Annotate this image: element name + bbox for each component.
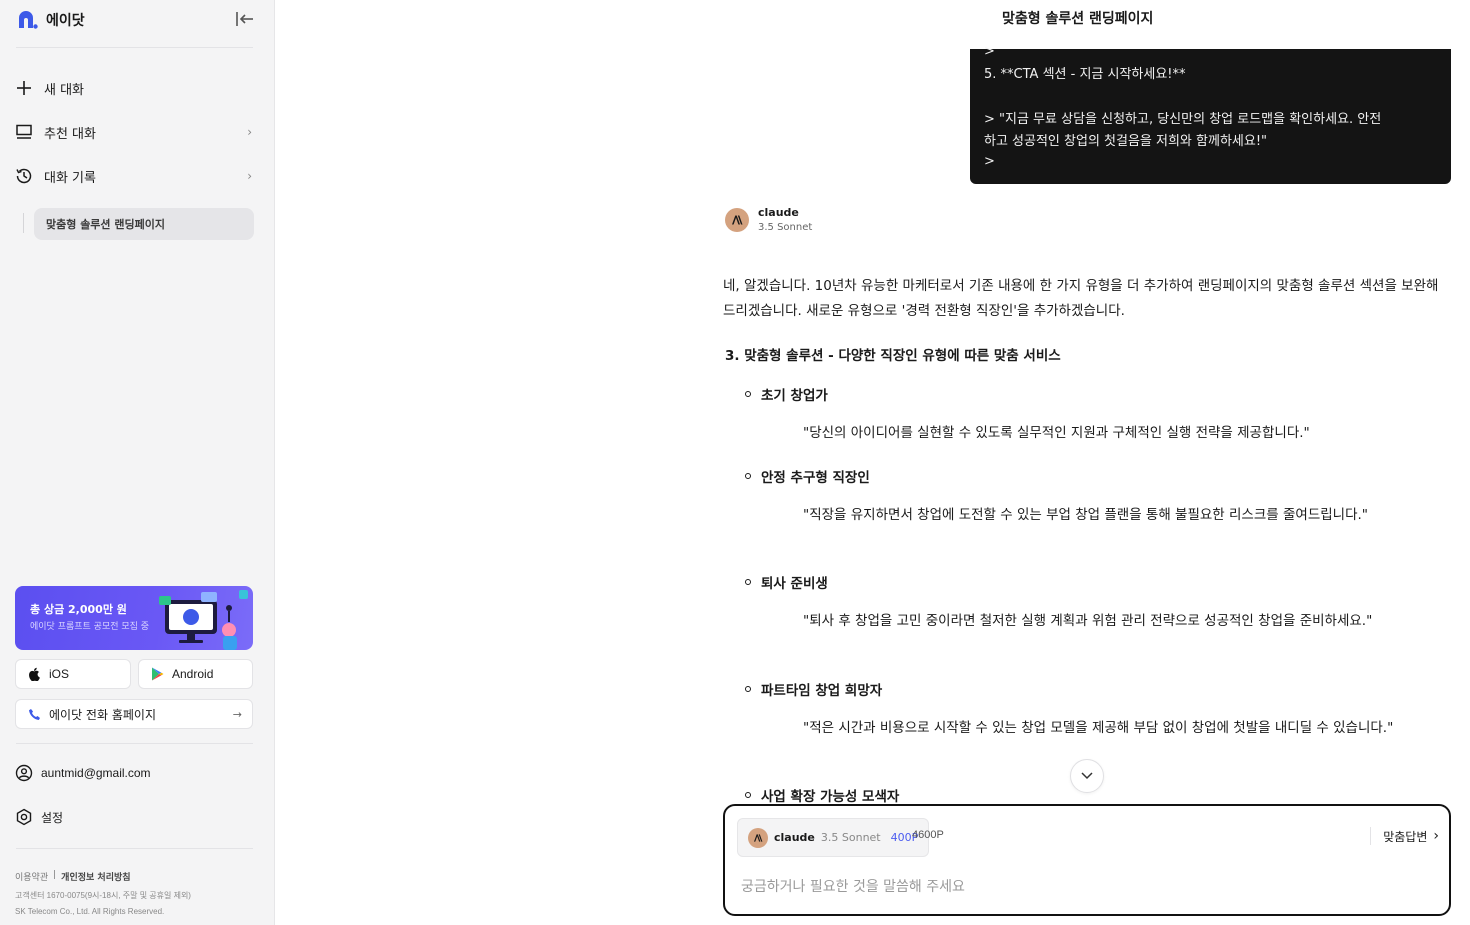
message-composer: claude 3.5 Sonnet 400P 4600P 맞춤답변 › [723,804,1451,916]
item-title: 초기 창업가 [761,388,828,404]
history-clock-icon [14,166,34,186]
code-line: 5. **CTA 섹션 - 지금 시작하세요!** [984,67,1186,82]
sidebar: 에이닷 새 대화 추천 대화 › 대화 기록 › 맞춤형 솔루션 랜딩페이지 총… [0,0,275,925]
gear-icon [16,808,32,826]
account-email: auntmid@gmail.com [41,766,151,780]
claude-avatar [748,827,768,848]
page-title: 맞춤형 솔루션 랜딩페이지 [1002,11,1154,27]
list-item-title: 안정 추구형 직장인 [745,466,870,486]
prompt-input[interactable] [741,876,1431,898]
chat-history-label: 대화 기록 [44,170,96,186]
list-item-title: 퇴사 준비생 [745,572,828,592]
adot-logo-icon [19,11,38,29]
model-version: 3.5 Sonnet [758,222,813,233]
promo-subtitle: 에이닷 프롬프트 공모전 모집 중 [30,622,150,632]
android-app-button[interactable]: Android [138,659,253,689]
divider [16,848,253,849]
custom-answer-label: 맞춤답변 [1383,829,1428,844]
collapse-sidebar-icon [236,12,253,26]
anthropic-icon [732,215,743,225]
ios-label: iOS [49,667,70,681]
user-message-code-block: > 5. **CTA 섹션 - 지금 시작하세요!** > "지금 무료 상담을… [970,44,1451,184]
claude-avatar [725,208,749,232]
divider [16,47,253,48]
assistant-header: claude 3.5 Sonnet [725,205,812,235]
item-title: 퇴사 준비생 [761,576,828,592]
item-quote: "직장을 유지하면서 창업에 도전할 수 있는 부업 창업 플랜을 통해 불필요… [803,507,1369,523]
copyright: SK Telecom Co., Ltd. All Rights Reserved… [15,907,165,916]
code-line: > [984,154,995,169]
promo-illustration-icon [159,590,248,650]
scroll-to-bottom-button[interactable] [1070,759,1104,793]
item-title: 안정 추구형 직장인 [761,470,870,486]
bullet-icon [745,579,751,585]
arrow-right-icon: → [232,707,242,721]
list-item-title: 파트타임 창업 희망자 [745,679,882,699]
chevron-right-icon: › [247,169,252,183]
code-line: 하고 성공적인 창업의 첫걸음을 저희와 함께하세요!" [984,134,1268,149]
brand[interactable]: 에이닷 [16,8,85,32]
list-item-title: 초기 창업가 [745,384,828,404]
answer-intro: 네, 알겠습니다. 10년차 유능한 마케터로서 기존 내용에 한 가지 유형을… [723,278,1439,319]
code-line: > [984,44,995,59]
model-name: claude [758,206,799,219]
phone-icon [29,708,40,720]
settings-button[interactable]: 설정 [15,806,63,828]
item-quote: "퇴사 후 창업을 고민 중이라면 철저한 실행 계획과 위험 관리 전략으로 … [803,613,1373,629]
points-balance: 4600P [912,829,944,841]
divider [16,743,253,744]
bullet-icon [745,473,751,479]
support-info: 고객센터 1670-0075(9시-18시, 주말 및 공휴일 제외) [15,891,191,900]
ios-app-button[interactable]: iOS [15,659,131,689]
new-chat-label: 새 대화 [44,82,85,98]
bullet-icon [745,391,751,397]
history-indent-line [23,213,24,233]
recommended-chats-button[interactable]: 추천 대화 › [14,118,256,146]
apple-icon [29,667,40,681]
account-button[interactable]: auntmid@gmail.com [15,762,151,784]
chat-history-button[interactable]: 대화 기록 › [14,162,256,190]
bullet-icon [745,686,751,692]
promo-banner[interactable]: 총 상금 2,000만 원 에이닷 프롬프트 공모전 모집 중 [15,586,253,650]
footer-links: 이용약관 | 개인정보 처리방침 [15,870,131,883]
anthropic-icon [754,833,763,842]
footer-separator: | [53,870,57,880]
section-heading: 3. 맞춤형 솔루션 - 다양한 직장인 유형에 따른 맞춤 서비스 [725,348,1061,364]
bullet-icon [745,792,751,798]
android-label: Android [172,667,214,681]
user-circle-icon [15,764,33,782]
settings-label: 설정 [41,810,64,825]
chevron-right-icon: › [247,125,252,139]
recommended-chats-label: 추천 대화 [44,126,96,142]
phone-homepage-label: 에이닷 전화 홈페이지 [49,707,156,722]
privacy-policy-link[interactable]: 개인정보 처리방침 [61,870,130,883]
item-title: 사업 확장 가능성 모색자 [761,789,900,805]
chip-model-version: 3.5 Sonnet [820,831,881,844]
chip-model-name: claude [774,831,815,844]
adot-phone-homepage-link[interactable]: 에이닷 전화 홈페이지 → [15,699,253,729]
terms-link[interactable]: 이용약관 [15,870,48,883]
google-play-icon [152,667,164,681]
custom-answer-button[interactable]: 맞춤답변 › [1370,827,1439,845]
item-title: 파트타임 창업 희망자 [761,683,883,699]
plus-icon [14,78,34,98]
item-quote: "적은 시간과 비용으로 시작할 수 있는 창업 모델을 제공해 부담 없이 창… [803,720,1394,736]
chevron-right-icon: › [1433,828,1439,844]
new-chat-button[interactable]: 새 대화 [14,74,256,102]
code-line: > "지금 무료 상담을 신청하고, 당신만의 창업 로드맵을 확인하세요. 안… [984,112,1382,127]
item-quote: "당신의 아이디어를 실현할 수 있도록 실무적인 지원과 구체적인 실행 전략… [803,425,1310,441]
chevron-down-icon [1081,772,1093,780]
promo-title: 총 상금 2,000만 원 [30,603,127,616]
model-selector[interactable]: claude 3.5 Sonnet 400P [737,818,930,857]
brand-name: 에이닷 [46,13,85,29]
collapse-sidebar-button[interactable] [234,9,256,29]
list-item-title: 사업 확장 가능성 모색자 [745,785,899,805]
monitor-list-icon [14,122,34,142]
history-item[interactable]: 맞춤형 솔루션 랜딩페이지 [34,208,254,240]
